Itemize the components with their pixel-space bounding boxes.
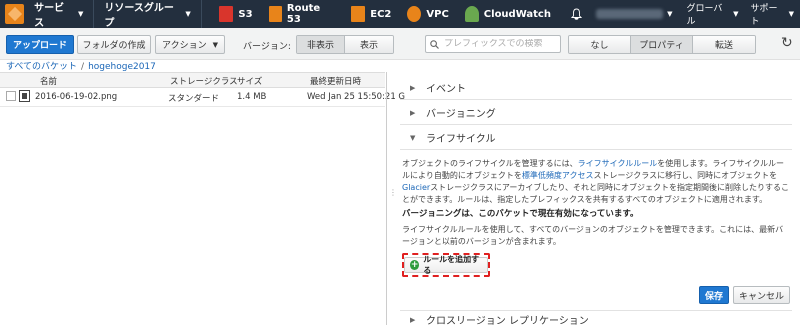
section-lifecycle-label: ライフサイクル	[426, 134, 496, 145]
chevron-right-icon: ▶	[410, 108, 416, 117]
add-rule-button[interactable]: + ルールを追加する	[404, 255, 488, 275]
object-storage-class: スタンダード	[168, 94, 220, 104]
object-name[interactable]: 2016-06-19-02.png	[35, 92, 117, 102]
shortcut-ec2[interactable]: EC2	[343, 0, 399, 28]
breadcrumb: すべてのバケット / hogehoge2017	[6, 62, 156, 72]
plus-icon: +	[410, 260, 420, 270]
services-menu[interactable]: サービス ▼	[24, 0, 95, 29]
refresh-icon[interactable]: ↻	[781, 35, 793, 51]
column-header-storage-class[interactable]: ストレージクラス	[170, 75, 238, 87]
support-menu[interactable]: サポート ▼	[745, 0, 800, 28]
actions-label: アクション	[162, 41, 207, 51]
shortcut-vpc-label: VPC	[426, 8, 449, 20]
chevron-down-icon: ▼	[77, 10, 84, 18]
chevron-down-icon: ▼	[212, 40, 218, 49]
section-versioning[interactable]: ▶ バージョニング	[400, 101, 792, 125]
s3-icon	[219, 6, 234, 22]
actions-dropdown[interactable]: アクション ▼	[155, 35, 225, 54]
desc-text-1: オブジェクトのライフサイクルを管理するには、	[402, 159, 578, 168]
shortcut-ec2-label: EC2	[370, 8, 392, 20]
route53-icon	[268, 6, 282, 22]
resize-grip-icon[interactable]: ⋮	[389, 188, 397, 197]
region-label: グローバル	[686, 4, 723, 27]
object-last-modified: Wed Jan 25 15:50:21 G	[307, 92, 406, 102]
column-header-last-modified[interactable]: 最終更新日時	[310, 75, 361, 87]
services-menu-label: サービス	[34, 3, 65, 29]
versions-show-button[interactable]: 表示	[345, 36, 393, 53]
shortcut-s3-label: S3	[238, 8, 253, 20]
object-table-header: 名前 ストレージクラス サイズ 最終更新日時	[0, 72, 385, 88]
shortcut-cloudwatch-label: CloudWatch	[483, 8, 551, 20]
view-none-button[interactable]: なし	[569, 36, 631, 53]
desc-text-4: ストレージクラスにアーカイブしたり、それと同時にオブジェクトを指定期間後に削除し…	[402, 183, 790, 204]
versions-toggle: 非表示 表示	[296, 35, 394, 54]
prefix-search-input[interactable]	[444, 39, 554, 49]
upload-button[interactable]: アップロード	[6, 35, 74, 54]
notifications-bell-icon[interactable]	[567, 0, 586, 28]
search-icon	[430, 39, 439, 49]
view-transfers-button[interactable]: 転送	[693, 36, 755, 53]
section-events-label: イベント	[426, 84, 466, 95]
table-row[interactable]: 2016-06-19-02.png スタンダード 1.4 MB Wed Jan …	[0, 88, 405, 107]
versioning-enabled-note: バージョニングは、このバケットで現在有効になっています。	[402, 209, 639, 219]
aws-logo-icon[interactable]	[5, 4, 25, 24]
chevron-down-icon: ▼	[733, 10, 739, 18]
cloudwatch-icon	[464, 6, 479, 22]
shortcut-route53-label: Route 53	[286, 3, 321, 25]
chevron-down-icon: ▼	[788, 10, 794, 18]
vpc-icon	[407, 6, 422, 22]
row-checkbox[interactable]	[6, 91, 16, 101]
standard-ia-link[interactable]: 標準低頻度アクセス	[522, 171, 594, 180]
object-size: 1.4 MB	[237, 92, 267, 102]
ec2-icon	[351, 6, 366, 22]
versioning-description: ライフサイクルルールを使用して、すべてのバージョンのオブジェクトを管理できます。…	[402, 225, 784, 246]
section-events[interactable]: ▶ イベント	[400, 76, 792, 100]
column-header-name[interactable]: 名前	[40, 75, 57, 87]
account-name-redacted[interactable]	[596, 9, 664, 19]
glacier-link[interactable]: Glacier	[402, 183, 430, 192]
chevron-down-icon: ▼	[667, 10, 673, 18]
save-button[interactable]: 保存	[699, 286, 729, 304]
prefix-search-box	[425, 35, 561, 53]
cancel-button[interactable]: キャンセル	[733, 286, 790, 304]
resource-groups-menu[interactable]: リソースグループ ▼	[94, 0, 202, 29]
chevron-down-icon: ▼	[185, 10, 191, 18]
view-properties-button[interactable]: プロパティ	[631, 36, 693, 53]
breadcrumb-bucket[interactable]: hogehoge2017	[88, 62, 156, 72]
breadcrumb-all-buckets[interactable]: すべてのバケット	[6, 62, 77, 72]
add-rule-label: ルールを追加する	[423, 255, 480, 275]
shortcut-route53[interactable]: Route 53	[261, 0, 344, 28]
section-versioning-label: バージョニング	[426, 109, 496, 120]
region-menu[interactable]: グローバル ▼	[681, 0, 745, 28]
chevron-right-icon: ▶	[410, 315, 416, 324]
versions-label: バージョン:	[243, 42, 291, 52]
top-navigation-bar: サービス ▼ リソースグループ ▼ S3 Route 53 EC2 VPC Cl…	[0, 0, 800, 29]
resource-groups-label: リソースグループ	[104, 3, 174, 29]
chevron-down-icon: ▼	[410, 133, 416, 142]
panel-view-toggle: なし プロパティ 転送	[568, 35, 756, 54]
versions-hide-button[interactable]: 非表示	[297, 36, 345, 53]
desc-text-3: ストレージクラスに移行し、同時にオブジェクトを	[593, 171, 778, 180]
column-header-size[interactable]: サイズ	[237, 75, 262, 87]
support-label: サポート	[750, 4, 778, 27]
section-crr-label: クロスリージョン レプリケーション	[426, 316, 589, 325]
shortcut-vpc[interactable]: VPC	[399, 0, 456, 28]
lifecycle-rules-link[interactable]: ライフサイクルルール	[578, 159, 658, 168]
panel-divider[interactable]	[386, 72, 387, 325]
section-cross-region-replication[interactable]: ▶ クロスリージョン レプリケーション	[400, 310, 792, 325]
lifecycle-description: オブジェクトのライフサイクルを管理するには、ライフサイクルルールを使用します。ラ…	[402, 158, 790, 206]
shortcut-cloudwatch[interactable]: CloudWatch	[457, 0, 559, 28]
file-icon	[19, 90, 30, 102]
chevron-right-icon: ▶	[410, 83, 416, 92]
shortcut-s3[interactable]: S3	[211, 0, 260, 28]
add-rule-highlight: + ルールを追加する	[402, 253, 490, 277]
create-folder-button[interactable]: フォルダの作成	[77, 35, 151, 54]
section-lifecycle[interactable]: ▼ ライフサイクル	[400, 126, 792, 150]
